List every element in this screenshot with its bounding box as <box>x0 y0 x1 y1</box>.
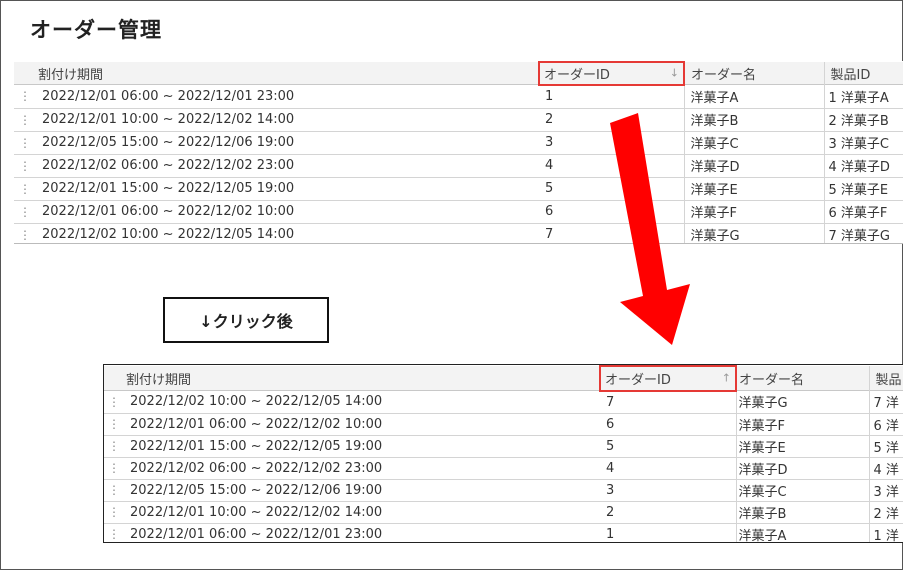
red-arrow-icon <box>610 113 690 345</box>
red-arrow-shape <box>610 113 690 345</box>
